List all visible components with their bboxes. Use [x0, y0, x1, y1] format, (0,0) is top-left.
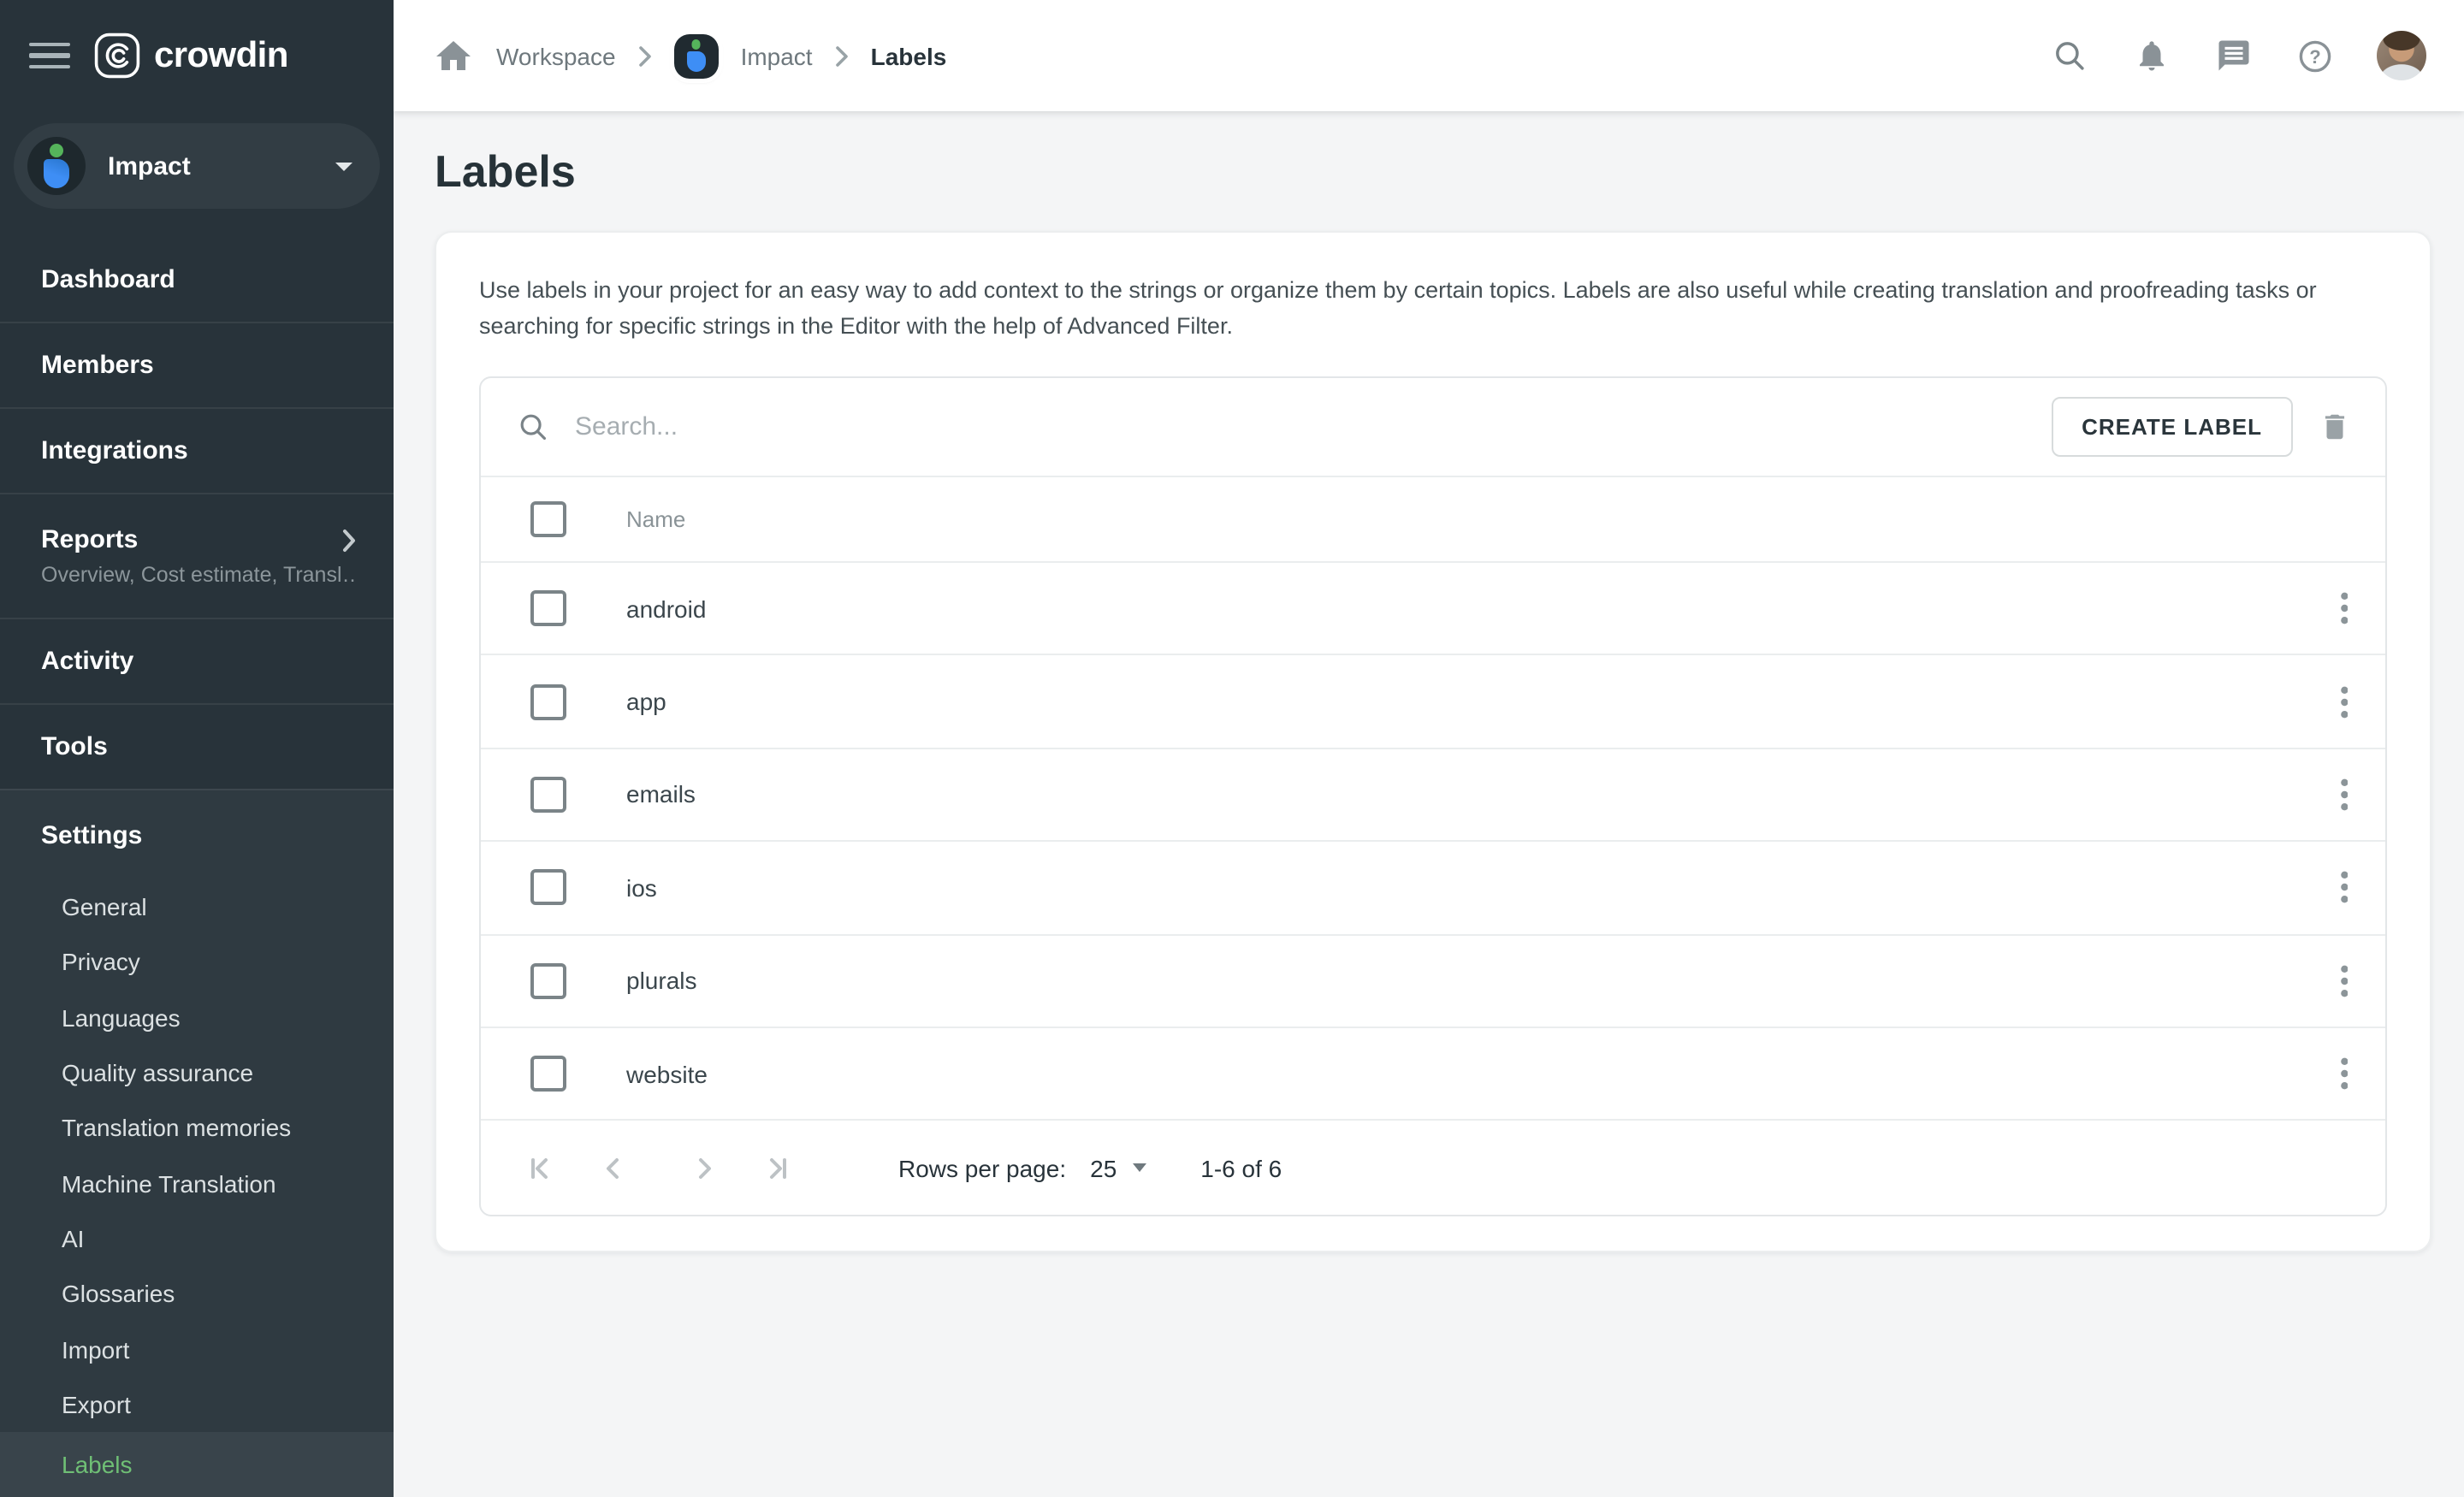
row-checkbox[interactable]	[530, 683, 566, 719]
page-title: Labels	[394, 111, 2464, 197]
row-checkbox[interactable]	[530, 1056, 566, 1092]
chevron-right-icon	[638, 45, 652, 66]
delete-button[interactable]	[2319, 411, 2351, 443]
sidebar-item-translation-memories[interactable]: Translation memories	[0, 1100, 394, 1156]
breadcrumb: Workspace Impact Labels	[394, 33, 2048, 78]
table-row[interactable]: website	[481, 1028, 2385, 1121]
home-icon[interactable]	[433, 35, 474, 76]
search-icon	[517, 411, 549, 443]
breadcrumb-project-icon	[674, 33, 719, 78]
label-name: plurals	[626, 967, 2333, 995]
label-name: android	[626, 595, 2333, 622]
labels-description: Use labels in your project for an easy w…	[479, 272, 2387, 344]
label-name: app	[626, 688, 2333, 715]
sidebar-item-labels[interactable]: Labels	[0, 1432, 394, 1497]
sidebar-item-glossaries[interactable]: Glossaries	[0, 1266, 394, 1322]
rows-per-page-value: 25	[1090, 1155, 1116, 1182]
row-menu-kebab-icon[interactable]	[2333, 682, 2354, 721]
app-window: crowdin Impact Dashboard Members Integra…	[0, 0, 2464, 1473]
table-header-row: Name	[481, 477, 2385, 563]
messages-chat-icon[interactable]	[2212, 35, 2254, 76]
row-menu-kebab-icon[interactable]	[2333, 962, 2354, 1001]
reports-subtitle: Overview, Cost estimate, Transl…	[41, 563, 356, 587]
sidebar-item-activity[interactable]: Activity	[0, 619, 394, 705]
notifications-bell-icon[interactable]	[2130, 35, 2171, 76]
row-checkbox[interactable]	[530, 590, 566, 626]
chevron-down-icon	[1132, 1164, 1146, 1173]
sidebar-item-ai[interactable]: AI	[0, 1211, 394, 1267]
settings-section: Settings General Privacy Languages Quali…	[0, 789, 394, 1497]
select-all-checkbox[interactable]	[530, 501, 566, 537]
labels-table-panel: CREATE LABEL Name android app	[479, 376, 2387, 1217]
chevron-down-icon	[335, 162, 352, 170]
sidebar-item-languages[interactable]: Languages	[0, 990, 394, 1045]
breadcrumb-current: Labels	[871, 42, 947, 69]
topbar-actions: ?	[2048, 31, 2464, 80]
project-switcher[interactable]: Impact	[14, 123, 380, 209]
search-input[interactable]	[572, 411, 2051, 443]
topbar: Workspace Impact Labels ?	[394, 0, 2464, 111]
rows-per-page-select[interactable]: 25	[1090, 1155, 1146, 1182]
sidebar-header: crowdin	[0, 0, 394, 111]
breadcrumb-project[interactable]: Impact	[741, 42, 813, 69]
label-name: ios	[626, 874, 2333, 902]
crowdin-logo[interactable]: crowdin	[94, 33, 288, 79]
labels-card: Use labels in your project for an easy w…	[435, 231, 2431, 1253]
row-checkbox[interactable]	[530, 963, 566, 999]
first-page-button[interactable]	[525, 1153, 556, 1184]
chevron-right-icon	[342, 528, 356, 552]
svg-text:?: ?	[2309, 45, 2320, 67]
table-row[interactable]: app	[481, 656, 2385, 749]
sidebar-item-machine-translation[interactable]: Machine Translation	[0, 1156, 394, 1211]
sidebar-item-reports[interactable]: Reports Overview, Cost estimate, Transl…	[0, 494, 394, 619]
sidebar-item-members[interactable]: Members	[0, 323, 394, 409]
row-checkbox[interactable]	[530, 870, 566, 906]
chevron-right-icon	[835, 45, 849, 66]
sidebar-item-integrations[interactable]: Integrations	[0, 409, 394, 494]
table-row[interactable]: plurals	[481, 935, 2385, 1028]
table-row[interactable]: android	[481, 563, 2385, 656]
project-name: Impact	[108, 151, 335, 180]
previous-page-button[interactable]	[597, 1153, 628, 1184]
sidebar-nav: Dashboard Members Integrations Reports O…	[0, 238, 394, 789]
user-avatar[interactable]	[2377, 31, 2426, 80]
table-row[interactable]: emails	[481, 749, 2385, 843]
rows-per-page-label: Rows per page:	[898, 1155, 1066, 1182]
sidebar-item-tools[interactable]: Tools	[0, 705, 394, 789]
trash-icon	[2319, 411, 2351, 443]
search-icon[interactable]	[2048, 35, 2089, 76]
row-menu-kebab-icon[interactable]	[2333, 775, 2354, 814]
label-name: emails	[626, 781, 2333, 808]
table-toolbar: CREATE LABEL	[481, 378, 2385, 477]
crowdin-logo-icon	[94, 33, 140, 79]
crowdin-wordmark: crowdin	[154, 35, 288, 76]
row-menu-kebab-icon[interactable]	[2333, 868, 2354, 908]
breadcrumb-workspace[interactable]: Workspace	[496, 42, 616, 69]
main-content: Labels Use labels in your project for an…	[394, 111, 2464, 1473]
sidebar-item-dashboard[interactable]: Dashboard	[0, 238, 394, 323]
row-menu-kebab-icon[interactable]	[2333, 1054, 2354, 1093]
last-page-button[interactable]	[761, 1153, 792, 1184]
pagination-range: 1-6 of 6	[1200, 1155, 1282, 1182]
sidebar-item-import[interactable]: Import	[0, 1322, 394, 1377]
sidebar-item-general[interactable]: General	[0, 879, 394, 935]
hamburger-menu-icon[interactable]	[29, 35, 70, 76]
create-label-button[interactable]: CREATE LABEL	[2051, 397, 2293, 457]
column-header-name: Name	[626, 506, 685, 532]
row-checkbox[interactable]	[530, 777, 566, 813]
sidebar-item-quality-assurance[interactable]: Quality assurance	[0, 1045, 394, 1101]
table-row[interactable]: ios	[481, 842, 2385, 935]
project-logo-icon	[27, 137, 86, 195]
pagination: Rows per page: 25 1-6 of 6	[481, 1121, 2385, 1216]
sidebar-item-privacy[interactable]: Privacy	[0, 935, 394, 991]
label-name: website	[626, 1060, 2333, 1087]
sidebar-item-export[interactable]: Export	[0, 1376, 394, 1432]
settings-header: Settings	[0, 801, 394, 869]
help-icon[interactable]: ?	[2295, 35, 2336, 76]
next-page-button[interactable]	[690, 1153, 720, 1184]
row-menu-kebab-icon[interactable]	[2333, 589, 2354, 628]
sidebar: crowdin Impact Dashboard Members Integra…	[0, 0, 394, 1473]
